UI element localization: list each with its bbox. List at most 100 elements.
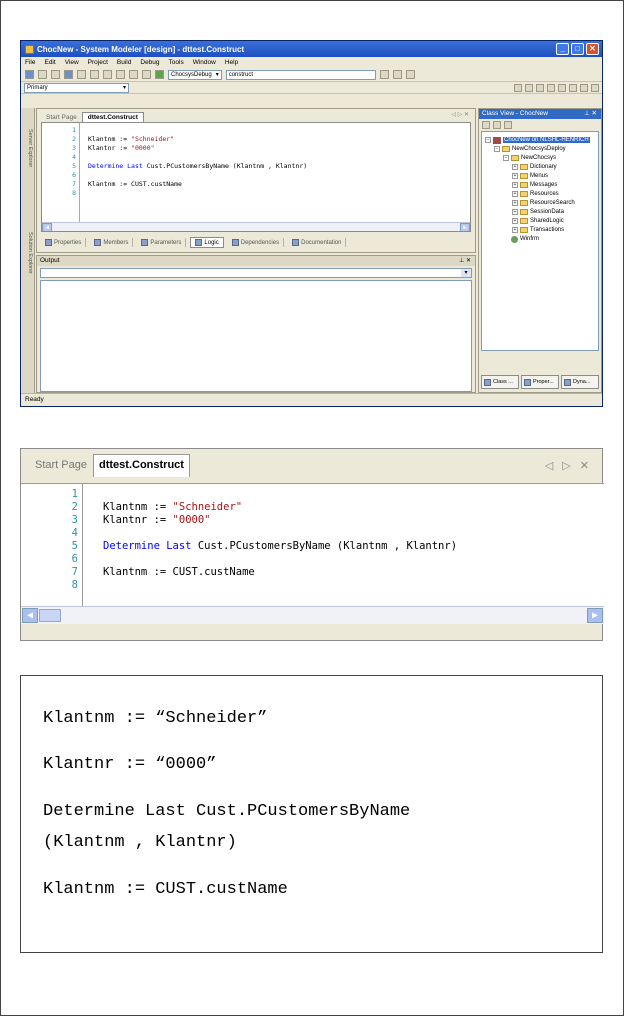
expand-icon[interactable]: + xyxy=(512,200,518,206)
tree-item[interactable]: + Transactions xyxy=(512,226,564,234)
class-view-tree[interactable]: − ChocNew on NLSHL-HENRICH − NewChocsysDepl… xyxy=(481,131,599,351)
tab-dependencies[interactable]: Dependencies xyxy=(228,238,285,247)
tab-nav-icon[interactable]: ◁ ▷ ✕ xyxy=(451,111,469,118)
title-bar[interactable]: ChocNew - System Modeler [design] - dtte… xyxy=(21,41,602,57)
find-combo[interactable]: construct xyxy=(225,69,376,80)
menu-tools[interactable]: Tools xyxy=(169,59,184,66)
next-bookmark-icon[interactable] xyxy=(591,83,599,92)
properties-icon[interactable] xyxy=(392,70,402,79)
tab-properties[interactable]: Properties xyxy=(41,238,87,247)
tab-class-view[interactable]: Class ... xyxy=(481,375,519,389)
expand-icon[interactable]: + xyxy=(512,164,518,170)
menu-build[interactable]: Build xyxy=(117,59,131,66)
new-project-icon[interactable] xyxy=(25,70,34,79)
output-source-combo[interactable]: ▾ xyxy=(40,268,472,278)
tab-parameters[interactable]: Parameters xyxy=(137,238,187,247)
expand-icon[interactable]: + xyxy=(512,227,518,233)
menu-debug[interactable]: Debug xyxy=(140,59,159,66)
tab-dttest-construct[interactable]: dttest.Construct xyxy=(93,454,190,477)
menu-window[interactable]: Window xyxy=(193,59,216,66)
new-folder-icon[interactable] xyxy=(493,120,501,129)
scroll-left-icon[interactable]: ◀ xyxy=(22,608,38,623)
cut-icon[interactable] xyxy=(90,70,99,79)
horizontal-scrollbar[interactable]: ◀ ▶ xyxy=(21,606,604,624)
redo-icon[interactable] xyxy=(142,70,151,79)
bookmark-icon[interactable] xyxy=(580,83,588,92)
tree-item[interactable]: + Messages xyxy=(512,181,557,189)
solution-explorer-icon[interactable] xyxy=(379,70,389,79)
parameters-icon xyxy=(141,239,149,246)
expand-icon[interactable]: − xyxy=(494,146,500,152)
menu-edit[interactable]: Edit xyxy=(44,59,55,66)
save-all-icon[interactable] xyxy=(77,70,86,79)
expand-icon[interactable]: + xyxy=(512,209,518,215)
tree-item[interactable]: − NewChocsys xyxy=(503,154,556,162)
scroll-thumb[interactable] xyxy=(39,609,61,622)
expand-icon[interactable]: + xyxy=(512,173,518,179)
expand-icon[interactable]: + xyxy=(512,218,518,224)
uncomment-icon[interactable] xyxy=(569,83,577,92)
class-view-toolbar xyxy=(479,119,601,130)
tab-start-page[interactable]: Start Page xyxy=(41,113,82,122)
menu-help[interactable]: Help xyxy=(225,59,238,66)
tree-item[interactable]: + Menus xyxy=(512,172,548,180)
tree-item[interactable]: + ResourceSearch xyxy=(512,199,575,207)
scroll-right-icon[interactable]: ▶ xyxy=(460,223,470,231)
start-icon[interactable] xyxy=(155,70,164,79)
maximize-button[interactable]: □ xyxy=(571,43,584,55)
menu-file[interactable]: File xyxy=(25,59,35,66)
properties-icon xyxy=(45,239,52,246)
undo-icon[interactable] xyxy=(129,70,138,79)
toolbox-icon[interactable] xyxy=(405,70,415,79)
tree-item[interactable]: + Resources xyxy=(512,190,559,198)
horizontal-scrollbar[interactable]: ◀ ▶ xyxy=(42,222,470,231)
close-button[interactable]: ✕ xyxy=(586,43,599,55)
align-center-icon[interactable] xyxy=(525,83,533,92)
sort-icon[interactable] xyxy=(482,120,490,129)
menu-project[interactable]: Project xyxy=(88,59,108,66)
indent-icon[interactable] xyxy=(536,83,544,92)
tree-item[interactable]: Winfrm xyxy=(503,235,539,243)
pin-icon[interactable]: ⊥ ✕ xyxy=(459,256,471,266)
tab-members[interactable]: Members xyxy=(90,238,134,247)
menu-view[interactable]: View xyxy=(65,59,79,66)
tab-start-page[interactable]: Start Page xyxy=(35,459,87,471)
pin-icon[interactable]: ⊥ ✕ xyxy=(584,109,597,119)
code-editor[interactable]: ◀ ▶ 1 2 Klantnm := "Schneider" 3 Klantnr := … xyxy=(41,122,471,232)
tree-item[interactable]: + Dictionary xyxy=(512,163,557,171)
tab-documentation[interactable]: Documentation xyxy=(288,238,347,247)
scroll-right-icon[interactable]: ▶ xyxy=(587,608,603,623)
tab-logic[interactable]: Logic xyxy=(190,237,224,248)
primary-combo[interactable]: Primary ▾ xyxy=(24,82,129,93)
code-text: Klantnr := "0000" xyxy=(103,514,211,526)
expand-icon[interactable]: − xyxy=(485,137,491,143)
code-editor[interactable]: ◀ ▶ 1 2 Klantnm := "Schneider" 3 Klantnr := … xyxy=(21,483,604,624)
config-combo[interactable]: ChocsysDebug ▾ xyxy=(168,69,222,80)
minimize-button[interactable]: _ xyxy=(556,43,569,55)
copy-icon[interactable] xyxy=(103,70,112,79)
solution-explorer-tab[interactable]: Solution Explorer xyxy=(23,218,33,288)
paste-icon[interactable] xyxy=(116,70,125,79)
tab-nav-icon[interactable]: ◁ ▷ ✕ xyxy=(545,459,592,472)
class-view-tabs: Class ... Proper... Dyna... xyxy=(481,375,599,389)
server-explorer-tab[interactable]: Server Explorer xyxy=(23,118,33,178)
open-icon[interactable] xyxy=(51,70,60,79)
comment-icon[interactable] xyxy=(558,83,566,92)
add-item-icon[interactable] xyxy=(38,70,47,79)
tab-dttest-construct[interactable]: dttest.Construct xyxy=(81,112,144,122)
expand-icon[interactable]: + xyxy=(512,191,518,197)
scroll-left-icon[interactable]: ◀ xyxy=(42,223,52,231)
tree-item[interactable]: + SessionData xyxy=(512,208,564,216)
output-text[interactable] xyxy=(40,280,472,392)
outdent-icon[interactable] xyxy=(547,83,555,92)
tab-dynamic-help[interactable]: Dyna... xyxy=(561,375,599,389)
expand-icon[interactable]: − xyxy=(503,155,509,161)
tree-item[interactable]: + SharedLogic xyxy=(512,217,564,225)
tab-properties-view[interactable]: Proper... xyxy=(521,375,559,389)
align-left-icon[interactable] xyxy=(514,83,522,92)
folder-icon[interactable] xyxy=(504,120,512,129)
save-icon[interactable] xyxy=(64,70,73,79)
expand-icon[interactable]: + xyxy=(512,182,518,188)
tree-item[interactable]: − ChocNew on NLSHL-HENRICH xyxy=(485,136,590,144)
tree-item[interactable]: − NewChocsysDeploy xyxy=(494,145,566,153)
